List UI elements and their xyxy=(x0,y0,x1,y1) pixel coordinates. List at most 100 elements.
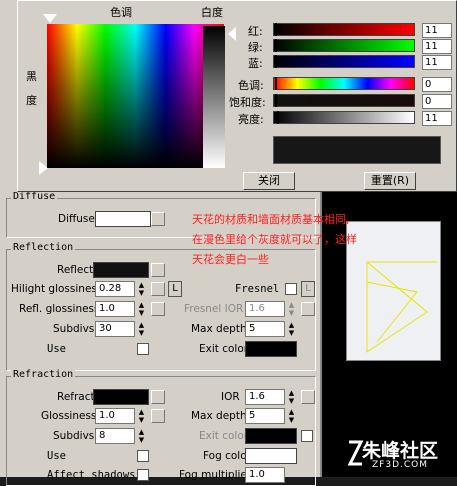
annotation-line: 在漫色里给个灰度就可以了，这样 xyxy=(192,233,357,246)
fog-multiplier-label: Fog multiplier xyxy=(179,469,252,481)
spinner-arrows-icon[interactable]: ▲ ▼ xyxy=(137,408,146,424)
saturation-value-input[interactable]: 0 xyxy=(422,94,452,109)
green-slider[interactable] xyxy=(273,39,415,52)
close-button[interactable]: 关闭 xyxy=(243,172,295,190)
value-slider[interactable] xyxy=(273,111,415,124)
saturation-slider[interactable] xyxy=(273,94,415,107)
use-interpolation-checkbox[interactable] xyxy=(137,343,149,355)
spinner-arrows-icon[interactable]: ▲ ▼ xyxy=(287,321,296,337)
slider-marker[interactable] xyxy=(277,111,279,124)
fresnel-ior-map-button[interactable] xyxy=(301,302,315,316)
annotation-line: 天花会更白一些 xyxy=(192,253,269,266)
subdivs-label: Subdivs xyxy=(53,323,95,335)
green-value-input[interactable]: 11 xyxy=(422,39,452,54)
slider-marker[interactable] xyxy=(275,39,277,52)
group-title: Refraction xyxy=(11,369,76,380)
hilight-glossiness-input[interactable]: 0.28 xyxy=(95,281,135,297)
subdivs-input[interactable]: 30 xyxy=(95,321,135,337)
subdivs-input[interactable]: 8 xyxy=(95,428,135,444)
ior-input[interactable]: 1.6 xyxy=(245,389,285,405)
annotation-text: 天花的材质和墙面材质基本相同, 在漫色里给个灰度就可以了，这样 天花会更白一些 xyxy=(192,210,382,270)
spinner-arrows-icon[interactable]: ▲ ▼ xyxy=(137,301,146,317)
glossiness-label: Glossiness xyxy=(41,410,97,422)
slider-marker[interactable] xyxy=(275,94,277,107)
green-label: 绿: xyxy=(248,41,263,54)
affect-shadows-label: Affect shadows xyxy=(47,469,136,481)
diffuse-map-button[interactable] xyxy=(151,212,165,226)
refl-glossiness-input[interactable]: 1.0 xyxy=(95,301,135,317)
fog-multiplier-input[interactable]: 1.0 xyxy=(245,467,285,483)
hilight-map-button[interactable] xyxy=(151,282,165,296)
affect-shadows-checkbox[interactable] xyxy=(137,469,149,481)
value-value-input[interactable]: 11 xyxy=(422,111,452,126)
fresnel-checkbox[interactable] xyxy=(285,283,297,295)
hue-value-input[interactable]: 0 xyxy=(422,77,452,92)
logo-name: 朱峰社区 xyxy=(362,440,439,462)
hue-axis-label: 色调 xyxy=(110,6,132,19)
group-title: Reflection xyxy=(11,242,76,253)
max-depth-label: Max depth xyxy=(191,410,247,422)
refraction-group: Refraction Refract IOR 1.6 ▲ ▼ Glossiness… xyxy=(6,369,316,486)
whiteness-bar[interactable] xyxy=(203,26,225,168)
refract-map-button[interactable] xyxy=(151,390,165,404)
fog-color-swatch[interactable] xyxy=(245,448,297,464)
max-depth-input[interactable]: 5 xyxy=(245,321,285,337)
exit-color-swatch[interactable] xyxy=(245,341,297,357)
spinner-arrows-icon[interactable]: ▲ ▼ xyxy=(137,428,146,444)
diffuse-color-swatch[interactable] xyxy=(95,211,151,227)
hue-marker-icon[interactable] xyxy=(43,14,57,23)
color-preview-swatch xyxy=(273,136,441,164)
whiteness-marker-icon[interactable] xyxy=(228,27,236,41)
red-value-input[interactable]: 11 xyxy=(422,23,452,38)
spinner-arrows-icon[interactable]: ▲ ▼ xyxy=(287,389,296,405)
exit-color-swatch[interactable] xyxy=(245,428,297,444)
saturation-label: 饱和度: xyxy=(229,96,266,109)
hue-slider[interactable] xyxy=(273,77,415,90)
glossiness-input[interactable]: 1.0 xyxy=(95,408,135,424)
exit-color-checkbox[interactable] xyxy=(301,430,313,442)
red-label: 红: xyxy=(248,25,263,38)
diffuse-label: Diffuse xyxy=(58,213,95,225)
spinner-arrows-icon[interactable]: ▲ ▼ xyxy=(137,281,146,297)
use-interpolation-checkbox[interactable] xyxy=(137,450,149,462)
spinner-arrows-icon[interactable]: ▲ ▼ xyxy=(287,301,296,317)
use-interpolation-label: Use xyxy=(47,343,66,355)
red-slider[interactable] xyxy=(273,23,415,36)
slider-marker[interactable] xyxy=(275,23,277,36)
max-depth-input[interactable]: 5 xyxy=(245,408,285,424)
fog-color-label: Fog color xyxy=(203,450,251,462)
whiteness-label: 白度 xyxy=(201,6,223,19)
annotation-line: 天花的材质和墙面材质基本相同, xyxy=(192,213,350,226)
refl-glossiness-map-button[interactable] xyxy=(151,302,165,316)
fresnel-label: Fresnel xyxy=(235,283,280,295)
group-title: Diffuse xyxy=(11,191,58,202)
use-interpolation-label: Use xyxy=(47,450,66,462)
fresnel-ior-label: Fresnel IOR xyxy=(184,303,244,315)
reflect-color-swatch[interactable] xyxy=(93,262,149,278)
value-label: 亮度: xyxy=(238,113,264,126)
refract-label: Refract xyxy=(57,391,95,403)
spinner-arrows-icon[interactable]: ▲ ▼ xyxy=(137,321,146,337)
fresnel-lock-button[interactable]: L xyxy=(301,281,315,297)
hue-blackness-spectrum[interactable] xyxy=(47,24,224,168)
reset-button[interactable]: 重置(R) xyxy=(364,172,416,190)
fresnel-ior-input[interactable]: 1.6 xyxy=(245,301,285,317)
hilight-lock-button[interactable]: L xyxy=(168,281,182,297)
slider-marker[interactable] xyxy=(275,55,277,68)
reflect-map-button[interactable] xyxy=(151,263,165,277)
site-logo: 朱峰社区 ZF3D.COM xyxy=(346,436,454,472)
refract-color-swatch[interactable] xyxy=(93,389,149,405)
exit-color-label: Exit color xyxy=(199,430,249,442)
refl-glossiness-label: Refl. glossiness xyxy=(19,303,100,315)
blue-slider[interactable] xyxy=(273,55,415,68)
spinner-arrows-icon[interactable]: ▲ ▼ xyxy=(287,408,296,424)
subdivs-label: Subdivs xyxy=(53,430,95,442)
blue-value-input[interactable]: 11 xyxy=(422,55,452,70)
max-depth-label: Max depth xyxy=(191,323,247,335)
reflect-label: Reflect xyxy=(57,264,94,276)
ior-map-button[interactable] xyxy=(301,390,315,404)
exit-color-label: Exit color xyxy=(199,343,249,355)
glossiness-map-button[interactable] xyxy=(151,409,165,423)
slider-marker[interactable] xyxy=(275,77,277,90)
blue-label: 蓝: xyxy=(248,57,263,70)
